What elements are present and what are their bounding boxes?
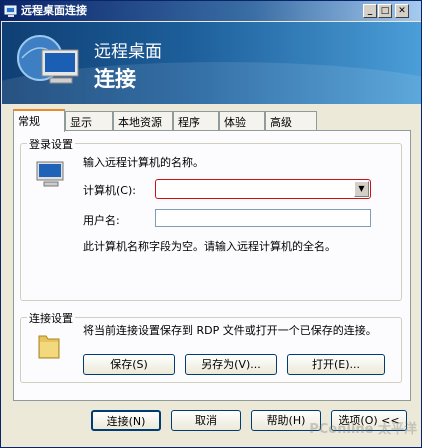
username-input[interactable]: [155, 209, 371, 227]
tab-local-resources[interactable]: 本地资源: [113, 111, 173, 130]
username-label: 用户名:: [83, 214, 120, 227]
banner-title-line2: 连接: [94, 67, 136, 91]
connect-button[interactable]: 连接(N): [91, 410, 161, 431]
open-button[interactable]: 打开(E)...: [287, 354, 385, 375]
folder-icon: [38, 335, 60, 359]
connection-settings-group: 连接设置 将当前连接设置保存到 RDP 文件或打开一个已保存的连接。 保存(S)…: [20, 310, 402, 383]
logon-settings-legend: 登录设置: [27, 136, 75, 152]
empty-name-message: 此计算机名称字段为空。请输入远程计算机的全名。: [83, 240, 336, 253]
close-button[interactable]: ✕: [395, 4, 409, 18]
tab-display[interactable]: 显示: [65, 111, 113, 130]
computer-combobox[interactable]: ▼: [155, 179, 371, 199]
rdp-window: 远程桌面连接 _ □ ✕ 远程桌面 连接 常规 显示 本地资源 程序 体验 高级…: [0, 0, 422, 448]
tab-advanced[interactable]: 高级: [265, 111, 317, 130]
computer-label: 计算机(C):: [83, 184, 136, 197]
header-banner: 远程桌面 连接: [2, 22, 421, 104]
tab-programs[interactable]: 程序: [173, 111, 219, 130]
logon-prompt: 输入远程计算机的名称。: [83, 156, 204, 169]
tab-general[interactable]: 常规: [13, 109, 65, 132]
watermark: PConline 太平洋: [309, 422, 417, 437]
save-as-button[interactable]: 另存为(V)...: [185, 354, 277, 375]
title-bar[interactable]: 远程桌面连接 _ □ ✕: [1, 1, 421, 21]
maximize-button[interactable]: □: [378, 4, 392, 18]
banner-title-line1: 远程桌面: [94, 42, 162, 62]
tab-experience[interactable]: 体验: [219, 111, 265, 130]
connection-description: 将当前连接设置保存到 RDP 文件或打开一个已保存的连接。: [83, 324, 377, 337]
computer-icon: [36, 161, 64, 187]
remote-desktop-icon: [17, 35, 79, 84]
save-button[interactable]: 保存(S): [83, 354, 175, 375]
minimize-button[interactable]: _: [363, 4, 377, 18]
app-icon: [4, 5, 17, 17]
window-title: 远程桌面连接: [21, 4, 87, 17]
logon-settings-group: 登录设置 输入远程计算机的名称。 计算机(C): ▼ 用户名: 此计算机名称字段…: [20, 136, 402, 301]
dropdown-arrow-icon[interactable]: ▼: [354, 181, 369, 197]
connection-settings-legend: 连接设置: [27, 310, 75, 326]
cancel-button[interactable]: 取消: [171, 410, 241, 431]
general-tab-panel: 登录设置 输入远程计算机的名称。 计算机(C): ▼ 用户名: 此计算机名称字段…: [13, 130, 411, 401]
